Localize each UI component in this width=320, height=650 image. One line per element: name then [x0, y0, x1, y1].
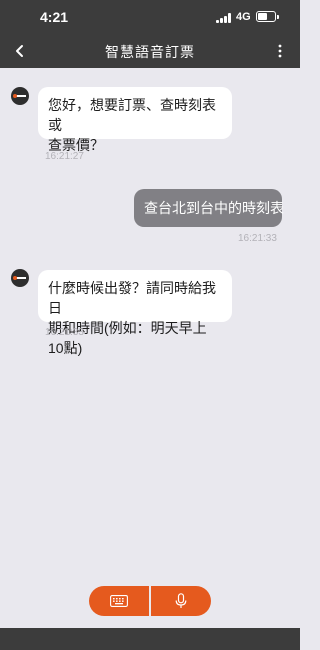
microphone-icon: [175, 593, 187, 608]
keyboard-icon: [110, 595, 128, 607]
status-bar: 4:21 4G: [0, 0, 300, 34]
message-timestamp: 16:21:33: [238, 233, 277, 244]
nav-bar: 智慧語音訂票: [0, 34, 300, 68]
back-button[interactable]: [8, 38, 32, 64]
status-time: 4:21: [40, 9, 69, 25]
user-message: 查台北到台中的時刻表: [134, 189, 284, 227]
microphone-button[interactable]: [151, 586, 211, 616]
more-options-button[interactable]: [270, 41, 290, 61]
bot-avatar: [11, 269, 29, 287]
bottom-bar: [0, 628, 300, 650]
signal-icon: [216, 13, 232, 23]
keyboard-button[interactable]: [89, 586, 149, 616]
bot-message: 您好，想要訂票、查時刻表或 查票價？: [38, 87, 232, 153]
network-type: 4G: [236, 11, 251, 23]
message-timestamp: 16:21:27: [45, 151, 84, 162]
message-timestamp: 16:21:33: [45, 327, 84, 338]
page-title: 智慧語音訂票: [105, 44, 195, 60]
bot-message: 什麼時候出發？請同時給我日 期和時間(例如：明天早上10點): [38, 270, 232, 356]
chevron-left-icon: [16, 45, 23, 57]
input-mode-toggle: [89, 586, 211, 616]
more-vertical-icon: [278, 44, 282, 58]
bot-avatar: [11, 87, 29, 105]
battery-icon: [256, 11, 279, 22]
